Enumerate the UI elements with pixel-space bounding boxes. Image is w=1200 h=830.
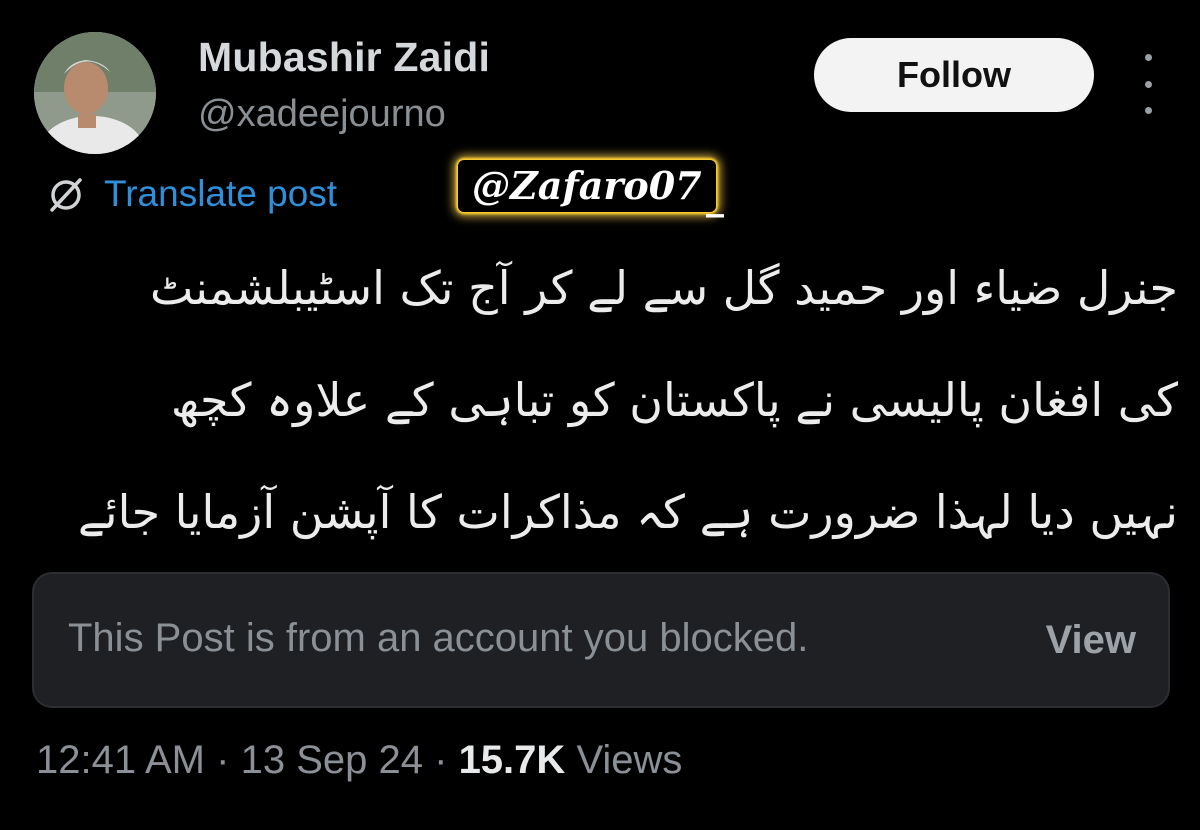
blocked-message: This Post is from an account you blocked… bbox=[68, 616, 809, 660]
post-body: جنرل ضیاء اور حمید گل سے لے کر آج تک اسٹ… bbox=[20, 232, 1178, 568]
post-date[interactable]: 13 Sep 24 bbox=[241, 738, 423, 782]
meta-separator: · bbox=[434, 738, 448, 782]
views-label: Views bbox=[576, 738, 683, 782]
post-line: جنرل ضیاء اور حمید گل سے لے کر آج تک اسٹ… bbox=[150, 261, 1178, 315]
more-vertical-icon bbox=[1144, 54, 1152, 61]
post-metadata: 12:41 AM · 13 Sep 24 · 15.7K Views bbox=[36, 738, 682, 783]
view-blocked-post-button[interactable]: View bbox=[1046, 618, 1136, 663]
avatar-photo bbox=[34, 32, 156, 154]
translate-icon bbox=[50, 178, 82, 212]
translate-post-label: Translate post bbox=[104, 173, 338, 214]
avatar[interactable] bbox=[34, 32, 156, 154]
post-time[interactable]: 12:41 AM bbox=[36, 738, 205, 782]
blocked-quote-card: This Post is from an account you blocked… bbox=[32, 572, 1170, 708]
watermark-badge: @Zafaro07 bbox=[458, 160, 716, 212]
author-handle[interactable]: @xadeejourno bbox=[198, 93, 446, 136]
watermark-underscore: _ bbox=[706, 176, 724, 218]
translate-post-link[interactable]: Translate post bbox=[44, 170, 337, 218]
meta-separator: · bbox=[216, 738, 230, 782]
author-display-name[interactable]: Mubashir Zaidi bbox=[198, 34, 490, 81]
more-vertical-icon bbox=[1144, 80, 1152, 88]
post-line: کی افغان پالیسی نے پاکستان کو تباہی کے ع… bbox=[170, 373, 1178, 427]
more-vertical-icon bbox=[1144, 107, 1152, 114]
more-options-button[interactable] bbox=[1128, 54, 1168, 114]
views-count: 15.7K bbox=[458, 738, 566, 782]
follow-button[interactable]: Follow bbox=[814, 38, 1094, 112]
post-line: نہیں دیا لہذا ضرورت ہے کہ مذاکرات کا آپش… bbox=[77, 485, 1178, 539]
